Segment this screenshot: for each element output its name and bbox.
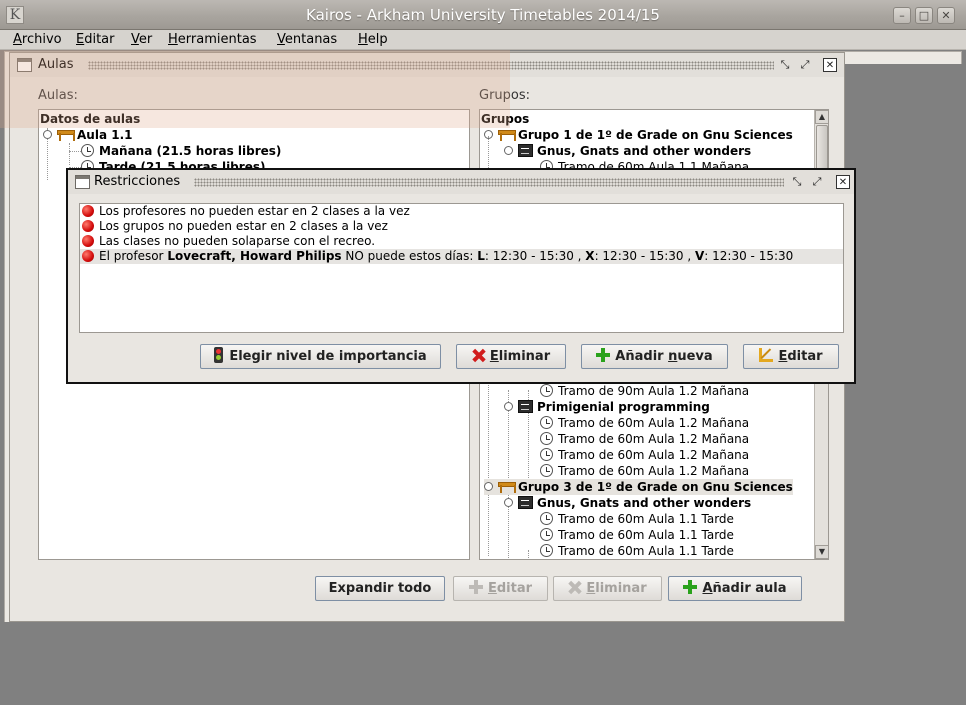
tree-line [528, 550, 529, 559]
menu-ventanas[interactable]: Ventanas [277, 30, 337, 49]
iconify-icon[interactable]: ⤡ [790, 175, 804, 189]
clock-icon [540, 384, 553, 397]
clock-icon [540, 432, 553, 445]
clock-icon [540, 512, 553, 525]
add-restriction-button[interactable]: Añadir nueva [581, 344, 728, 369]
tree-leaf[interactable]: Tramo de 90m Aula 1.2 Mañana [540, 383, 749, 399]
clock-icon [81, 144, 94, 157]
menu-editar[interactable]: Editar [76, 30, 115, 49]
list-item[interactable]: Los profesores no pueden estar en 2 clas… [80, 204, 843, 219]
scroll-down-icon[interactable]: ▼ [815, 545, 828, 559]
tree-node-aula[interactable]: Aula 1.1 [43, 127, 132, 143]
delete-restriction-button[interactable]: Eliminar [456, 344, 566, 369]
add-icon [596, 348, 611, 362]
subject-icon [518, 496, 533, 509]
tree-line [508, 390, 509, 559]
tree-root[interactable]: Datos de aulas [40, 111, 140, 127]
tree-line [69, 151, 81, 152]
window-icon [75, 175, 90, 189]
maximize-icon[interactable]: ⤢ [810, 175, 824, 189]
delete-icon [472, 349, 485, 362]
window-title: Kairos - Arkham University Timetables 20… [306, 6, 660, 24]
clock-icon [540, 528, 553, 541]
tree-line [69, 143, 70, 165]
window-icon [17, 58, 32, 72]
clock-icon [540, 544, 553, 557]
tree-node-grupo[interactable]: Grupo 1 de 1º de Grade on Gnu Sciences [484, 127, 793, 143]
expand-toggle-icon[interactable] [504, 498, 513, 507]
desktop-background-bottom [4, 622, 842, 702]
error-icon [82, 250, 94, 262]
aulas-pane-title: Aulas: [38, 88, 78, 103]
edit-restriction-button[interactable]: Editar [743, 344, 839, 369]
add-icon [468, 580, 483, 594]
menu-bar: Archivo Editar Ver Herramientas Ventanas… [0, 30, 966, 50]
tree-leaf[interactable]: Tramo de 60m Aula 1.1 Tarde [540, 543, 734, 559]
menu-ver[interactable]: Ver [131, 30, 152, 49]
add-aula-button[interactable]: Añadir aula [668, 576, 802, 601]
window-titlebar[interactable]: K Kairos - Arkham University Timetables … [0, 0, 966, 30]
tree-leaf[interactable]: Tramo de 60m Aula 1.2 Mañana [540, 415, 749, 431]
close-icon[interactable]: ✕ [823, 58, 837, 72]
tree-leaf[interactable]: Mañana (21.5 horas libres) [81, 143, 281, 159]
restricciones-window: Restricciones ⤡ ⤢ ✕ Los profesores no pu… [66, 168, 856, 384]
minimize-icon[interactable]: – [893, 7, 911, 24]
scroll-up-icon[interactable]: ▲ [815, 110, 828, 124]
tree-leaf[interactable]: Tramo de 60m Aula 1.2 Mañana [540, 431, 749, 447]
error-icon [82, 235, 94, 247]
tree-leaf[interactable]: Tramo de 60m Aula 1.1 Tarde [540, 511, 734, 527]
aulas-titlebar[interactable]: Aulas ⤡ ⤢ ✕ [10, 53, 844, 77]
menu-herramientas[interactable]: Herramientas [168, 30, 257, 49]
tree-leaf[interactable]: Tramo de 60m Aula 1.2 Mañana [540, 463, 749, 479]
list-item[interactable]: Los grupos no pueden estar en 2 clases a… [80, 219, 843, 234]
list-item[interactable]: Las clases no pueden solaparse con el re… [80, 234, 843, 249]
delete-icon [568, 581, 581, 594]
close-icon[interactable]: ✕ [937, 7, 955, 24]
list-item[interactable]: El profesor Lovecraft, Howard Philips NO… [80, 249, 843, 264]
choose-importance-button[interactable]: Elegir nivel de importancia [200, 344, 441, 369]
restricciones-title: Restricciones [94, 174, 181, 189]
delete-aula-button[interactable]: Eliminar [553, 576, 662, 601]
ruler-icon [759, 348, 774, 362]
maximize-icon[interactable]: □ [915, 7, 933, 24]
restricciones-titlebar[interactable]: Restricciones ⤡ ⤢ ✕ [68, 170, 854, 194]
expand-toggle-icon[interactable] [504, 146, 513, 155]
expand-toggle-icon[interactable] [43, 130, 52, 139]
menu-archivo[interactable]: Archivo [13, 30, 62, 49]
menu-help[interactable]: Help [358, 30, 388, 49]
tree-node-subject[interactable]: Gnus, Gnats and other wonders [504, 143, 751, 159]
traffic-light-icon [214, 347, 224, 363]
tree-root[interactable]: Grupos [481, 111, 529, 127]
clock-icon [540, 464, 553, 477]
maximize-icon[interactable]: ⤢ [798, 58, 812, 72]
grupos-pane-title: Grupos: [479, 88, 531, 103]
iconify-icon[interactable]: ⤡ [778, 58, 792, 72]
subject-icon [518, 144, 533, 157]
error-icon [82, 220, 94, 232]
tree-leaf[interactable]: Tramo de 60m Aula 1.1 Tarde [540, 527, 734, 543]
desktop-background [842, 64, 966, 705]
clock-icon [540, 448, 553, 461]
clock-icon [540, 416, 553, 429]
expand-toggle-icon[interactable] [484, 482, 493, 491]
tree-leaf[interactable]: Tramo de 60m Aula 1.2 Mañana [540, 447, 749, 463]
subject-icon [518, 400, 533, 413]
aulas-title: Aulas [38, 57, 74, 72]
group-icon [498, 128, 516, 141]
titlebar-grip [88, 61, 774, 70]
classroom-icon [57, 128, 75, 141]
restricciones-list[interactable]: Los profesores no pueden estar en 2 clas… [79, 203, 844, 333]
close-icon[interactable]: ✕ [836, 175, 850, 189]
expand-toggle-icon[interactable] [504, 402, 513, 411]
titlebar-grip [194, 178, 784, 187]
tree-node-subject[interactable]: Gnus, Gnats and other wonders [504, 495, 751, 511]
tree-node-grupo[interactable]: Grupo 3 de 1º de Grade on Gnu Sciences [484, 479, 793, 495]
expand-all-button[interactable]: Expandir todo [315, 576, 445, 601]
group-icon [498, 480, 516, 493]
error-icon [82, 205, 94, 217]
edit-aula-button[interactable]: Editar [453, 576, 548, 601]
tree-node-subject[interactable]: Primigenial programming [504, 399, 710, 415]
add-icon [683, 580, 698, 594]
